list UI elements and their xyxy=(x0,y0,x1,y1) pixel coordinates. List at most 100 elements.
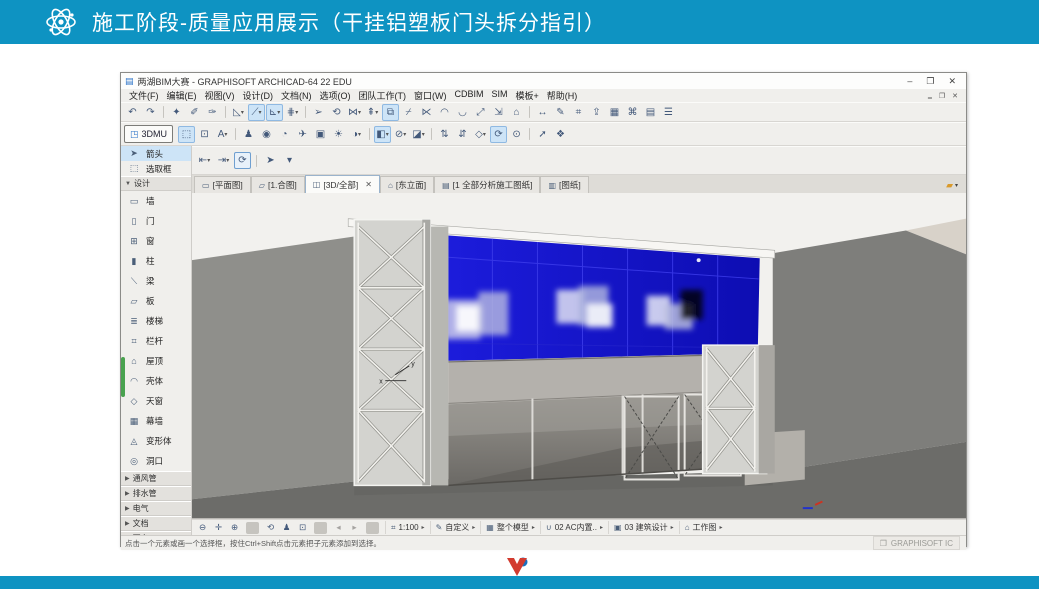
inject-parameters-icon[interactable]: ✑ xyxy=(204,104,221,121)
tool-beam[interactable]: ⟍梁 xyxy=(121,271,191,291)
shadow-icon[interactable]: ◑▾ xyxy=(348,126,365,143)
group-document[interactable]: ▶文档 xyxy=(121,516,191,531)
zoom-selection-icon[interactable]: ⌗ xyxy=(570,104,587,121)
doc-close-button[interactable]: ✕ xyxy=(952,92,958,100)
marquee-3d-icon[interactable]: ⬚ xyxy=(178,126,195,143)
tab-layout-1[interactable]: ▱[1.合图] xyxy=(251,176,305,193)
sun-icon[interactable]: ☀ xyxy=(330,126,347,143)
toolbar-icon[interactable] xyxy=(225,106,226,118)
arrow-mini-icon[interactable]: ➤ xyxy=(262,152,279,169)
drag-icon[interactable]: ➢ xyxy=(310,104,327,121)
filter-elements-icon[interactable]: ⇅ xyxy=(436,126,453,143)
group-electrical[interactable]: ▶电气 xyxy=(121,501,191,516)
cutting-plane-icon[interactable]: ⊘▾ xyxy=(392,126,409,143)
tool-curtain-wall[interactable]: ▦幕墙 xyxy=(121,411,191,431)
text-size-icon[interactable]: A▾ xyxy=(214,126,231,143)
3d-document-button[interactable]: ◳ 3DMU xyxy=(124,125,173,143)
camera-icon[interactable]: ▣ xyxy=(312,126,329,143)
minimize-button[interactable]: – xyxy=(907,76,912,87)
arrow-tool[interactable]: ➤ 箭头 xyxy=(121,146,191,161)
tab-elevation-east[interactable]: ⌂[东立面] xyxy=(380,176,434,193)
group-drainage[interactable]: ▶排水管 xyxy=(121,486,191,501)
favorite-views-icon[interactable]: ❖ xyxy=(552,126,569,143)
group-ventilation[interactable]: ▶通风管 xyxy=(121,471,191,486)
marquee-tool[interactable]: ⬚ 选取框 xyxy=(121,161,191,176)
intersect-icon[interactable]: ◠ xyxy=(436,104,453,121)
3d-cutaway-icon[interactable]: ◪▾ xyxy=(410,126,427,143)
tab-overflow-button[interactable]: ▰ ▾ xyxy=(940,177,964,193)
menu-item[interactable]: 帮助(H) xyxy=(543,89,582,102)
close-tab-icon[interactable]: ✕ xyxy=(365,180,372,189)
undo-icon[interactable]: ↶ xyxy=(124,104,141,121)
toolbar-icon[interactable] xyxy=(163,106,164,118)
tool-stair[interactable]: ≣楼梯 xyxy=(121,311,191,331)
prev-view-icon[interactable]: ◂ xyxy=(331,521,346,535)
snap-guides-icon[interactable]: ⊾▾ xyxy=(266,104,283,121)
rotate-icon[interactable]: ⟲ xyxy=(328,104,345,121)
schedules-icon[interactable]: ☰ xyxy=(660,104,677,121)
mark-up-icon[interactable]: ➚ xyxy=(534,126,551,143)
toolbar-icon[interactable] xyxy=(314,522,327,534)
tool-morph[interactable]: ◬变形体 xyxy=(121,431,191,451)
toolbox-scroll-indicator[interactable] xyxy=(121,357,125,397)
next-view-icon[interactable]: ▸ xyxy=(347,521,362,535)
menu-item[interactable]: 编辑(E) xyxy=(163,89,201,102)
lock-icon[interactable]: ⊙ xyxy=(508,126,525,143)
show-selection-3d-icon[interactable]: ⇵ xyxy=(454,126,471,143)
grid-snap-icon[interactable]: ⋕▾ xyxy=(284,104,301,121)
organizer-icon[interactable]: ▦ xyxy=(606,104,623,121)
redo-icon[interactable]: ↷ xyxy=(142,104,159,121)
structure-display-option[interactable]: ▦整个模型▸ xyxy=(480,521,540,534)
toolbar-icon[interactable] xyxy=(256,155,257,167)
tab-layout-book[interactable]: ▥[图纸] xyxy=(540,176,588,193)
menu-item[interactable]: 窗口(W) xyxy=(410,89,451,102)
toolbar-icon[interactable] xyxy=(369,128,370,140)
fillet-chamfer-icon[interactable]: ◡ xyxy=(454,104,471,121)
window-titlebar[interactable]: ▤ 两湖BIM大赛 - GRAPHISOFT ARCHICAD-64 22 ED… xyxy=(121,73,966,89)
toolbar-icon[interactable] xyxy=(529,128,530,140)
tool-roof[interactable]: ⌂屋顶 xyxy=(121,351,191,371)
annotate-icon[interactable]: ✎ xyxy=(552,104,569,121)
menu-item[interactable]: SIM xyxy=(488,89,512,102)
graphisoft-badge[interactable]: ❐ GRAPHISOFT IC xyxy=(873,536,960,550)
tool-door[interactable]: ▯门 xyxy=(121,211,191,231)
doc-minimize-button[interactable]: ‗ xyxy=(928,92,932,100)
tool-shell[interactable]: ◠壳体 xyxy=(121,371,191,391)
toolbar-icon[interactable] xyxy=(366,522,379,534)
guide-lines-icon[interactable]: ⟋▾ xyxy=(248,104,265,121)
orbit-view-icon[interactable]: ⟲ xyxy=(263,521,278,535)
go-forward-icon[interactable]: ⇥▾ xyxy=(215,152,232,169)
menu-item[interactable]: 团队工作(T) xyxy=(355,89,411,102)
publish-icon[interactable]: ⇪ xyxy=(588,104,605,121)
pen-set-option[interactable]: ∪02 AC内置..▸ xyxy=(540,521,608,534)
walk-icon[interactable]: ♟ xyxy=(240,126,257,143)
tool-column[interactable]: ▮柱 xyxy=(121,251,191,271)
look-around-icon[interactable]: ◉ xyxy=(258,126,275,143)
stretch-icon[interactable]: ⇲ xyxy=(490,104,507,121)
menu-item[interactable]: 模板+ xyxy=(512,89,543,102)
close-button[interactable]: ✕ xyxy=(948,76,956,87)
tool-wall[interactable]: ▭墙 xyxy=(121,191,191,211)
adjust-icon[interactable]: ⋉ xyxy=(418,104,435,121)
tab-worksheet[interactable]: ▤[1 全部分析施工图纸] xyxy=(434,176,540,193)
3d-viewport[interactable]: x y xyxy=(192,193,966,519)
scale-option[interactable]: ⌗1:100▸ xyxy=(385,521,430,534)
tab-floor-plan[interactable]: ▭[平面图] xyxy=(194,176,251,193)
refresh-3d-icon[interactable]: ⟳ xyxy=(490,126,507,143)
graphic-override-option[interactable]: ▣03 建筑设计▸ xyxy=(608,521,679,534)
toolbar-icon[interactable] xyxy=(529,106,530,118)
fit-in-window-icon[interactable]: ⊡ xyxy=(295,521,310,535)
menu-item[interactable]: 设计(D) xyxy=(239,89,278,102)
renovation-filter-option[interactable]: ⌂工作图▸ xyxy=(679,521,728,534)
3d-styles-icon[interactable]: ◧▾ xyxy=(374,126,391,143)
arrow-dd-icon[interactable]: ▾ xyxy=(281,152,298,169)
group-more[interactable]: ▶更多 xyxy=(121,531,191,535)
layer-combination-option[interactable]: ✎自定义▸ xyxy=(430,521,481,534)
menu-item[interactable]: CDBIM xyxy=(451,89,488,102)
geometry-methods-icon[interactable]: ◺▾ xyxy=(230,104,247,121)
split-icon[interactable]: ⌿ xyxy=(400,104,417,121)
walk-view-icon[interactable]: ♟ xyxy=(279,521,294,535)
menu-item[interactable]: 选项(O) xyxy=(316,89,355,102)
toolbar-icon[interactable] xyxy=(305,106,306,118)
go-back-icon[interactable]: ⇤▾ xyxy=(196,152,213,169)
